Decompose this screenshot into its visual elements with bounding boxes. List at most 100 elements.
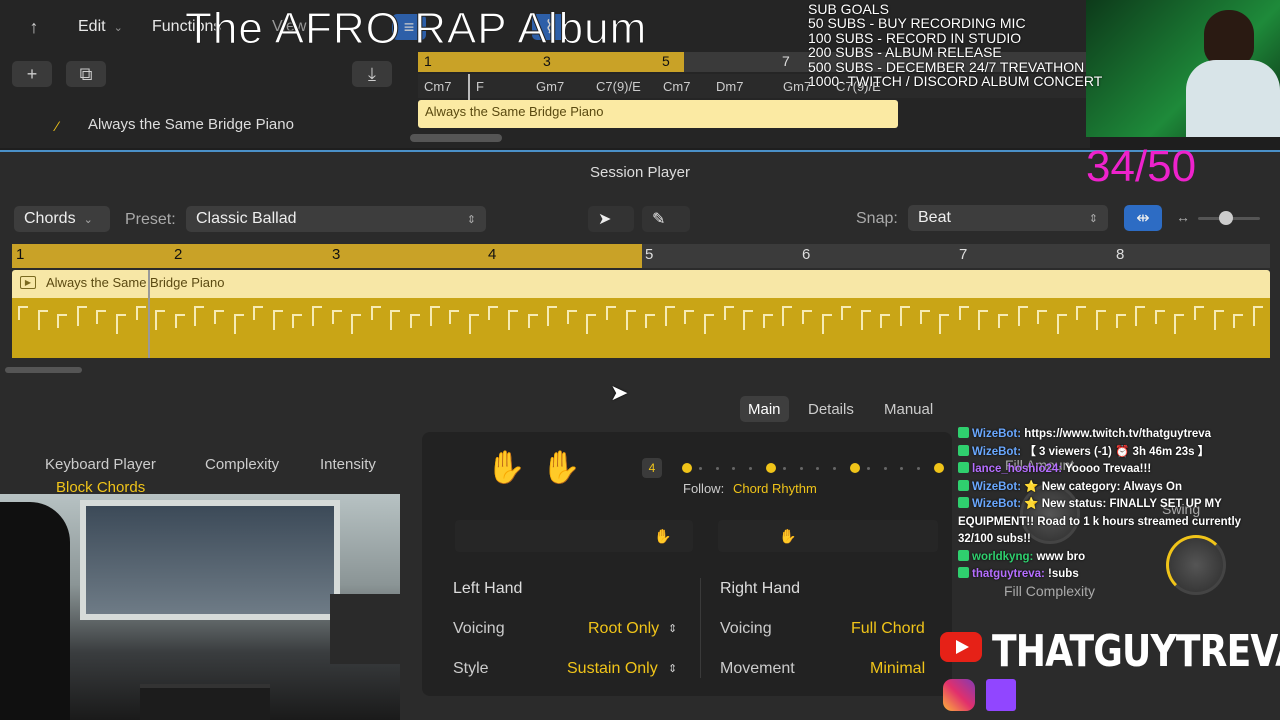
duplicate-icon[interactable]: ⧉ [66, 61, 106, 87]
beat-number[interactable]: 4 [642, 458, 662, 478]
chat-username: WizeBot: [972, 480, 1022, 493]
follow-value[interactable]: Chord Rhythm [733, 481, 817, 496]
add-track-button[interactable]: + [12, 61, 52, 87]
right-hand-icon[interactable]: ✋ [541, 448, 581, 486]
left-hand-range-icon[interactable]: ✋ [654, 528, 671, 545]
note-block [233, 314, 244, 334]
chat-message: WizeBot: 【 3 viewers (-1) ⏰ 3h 46m 23s 】 [958, 444, 1280, 462]
left-style-value[interactable]: Sustain Only [567, 660, 658, 678]
rhythm-dot[interactable] [732, 466, 736, 470]
rhythm-dot[interactable] [850, 463, 860, 473]
screen: ↑ Edit ⌄ Functions View ≡ ⌇ + ⧉ ⤓ Always … [0, 0, 1280, 720]
chat-message: WizeBot: https://www.twitch.tv/thatguytr… [958, 426, 1280, 444]
note-block [704, 314, 714, 334]
note-block [900, 306, 910, 326]
note-block [1233, 314, 1244, 328]
badge-icon [958, 444, 969, 456]
chat-text: 【 3 viewers (-1) ⏰ 3h 46m 23s 】 [1021, 445, 1210, 458]
room-camera-overlay [0, 494, 400, 720]
sub-counter: 34/50 [1086, 142, 1197, 191]
snap-label: Snap: [856, 210, 898, 227]
horizontal-scrollbar[interactable] [410, 134, 502, 142]
note-block [1037, 310, 1048, 324]
up-down-chevron-icon: ⇕ [1088, 212, 1098, 225]
pencil-tool-menu[interactable]: ✎ [642, 206, 690, 232]
note-block [253, 306, 264, 320]
rhythm-dot[interactable] [766, 463, 776, 473]
goal-line: 500 SUBS - DECEMBER 24/7 TREVATHON [808, 58, 1085, 75]
horizontal-scrollbar[interactable] [5, 367, 82, 373]
right-voicing-value[interactable]: Full Chord [851, 620, 925, 638]
playhead[interactable] [148, 270, 150, 358]
region-name: Always the Same Bridge Piano [425, 104, 604, 119]
goal-line: 100 SUBS - RECORD IN STUDIO [808, 29, 1022, 46]
session-ruler[interactable]: 1 2 3 4 5 6 7 8 [12, 244, 1270, 268]
keyboard-player-label[interactable]: Keyboard Player [45, 456, 156, 473]
note-block [116, 314, 126, 334]
divider [700, 578, 701, 678]
catch-button[interactable]: ⇹ [1124, 205, 1162, 231]
up-arrow-icon[interactable]: ↑ [14, 14, 54, 40]
rhythm-dot[interactable] [715, 466, 719, 470]
track-region[interactable]: Always the Same Bridge Piano [418, 100, 898, 128]
preset-dropdown[interactable]: Classic Ballad ⇕ [186, 206, 486, 232]
rhythm-dot[interactable] [799, 466, 803, 470]
snap-dropdown[interactable]: Beat ⇕ [908, 205, 1108, 231]
chat-text: ⭐ New category: Always On [1021, 480, 1182, 493]
rhythm-dot[interactable] [816, 466, 820, 470]
play-region-icon[interactable]: ▶ [20, 276, 36, 289]
rhythm-dot[interactable] [782, 466, 786, 470]
note-block [174, 314, 185, 328]
bar-number: 4 [488, 246, 497, 263]
zoom-slider-knob[interactable] [1219, 211, 1233, 225]
edit-menu[interactable]: Edit ⌄ [78, 13, 123, 41]
left-voicing-value[interactable]: Root Only [588, 620, 659, 638]
note-block [1076, 306, 1087, 320]
streamer-head [1204, 10, 1254, 66]
note-block [214, 310, 224, 324]
bar-number: 3 [332, 246, 341, 263]
snap-value: Beat [918, 209, 951, 226]
note-block [841, 306, 852, 320]
tab-details[interactable]: Details [800, 396, 862, 422]
chord-label: F [476, 79, 484, 94]
cycle-region[interactable] [418, 52, 684, 72]
rhythm-dot[interactable] [682, 463, 692, 473]
fill-complexity-label: Fill Complexity [1004, 583, 1096, 599]
intensity-label[interactable]: Intensity [320, 456, 376, 473]
rhythm-dot[interactable] [883, 466, 887, 470]
chevron-down-icon: ⌄ [83, 213, 93, 226]
chord-label: Gm7 [536, 79, 565, 94]
cycle-region[interactable] [12, 244, 642, 268]
mode-dropdown[interactable]: Chords ⌄ [14, 206, 110, 232]
rhythm-dot[interactable] [866, 466, 870, 470]
rhythm-dot[interactable] [934, 463, 944, 473]
download-icon[interactable]: ⤓ [352, 61, 392, 87]
chord-label: Dm7 [716, 79, 744, 94]
chord-label: Cm7 [424, 79, 452, 94]
sub-goals: SUB GOALS 50 SUBS - BUY RECORDING MIC 10… [808, 2, 1128, 89]
rhythm-dot[interactable] [749, 466, 753, 470]
note-block [1115, 314, 1126, 328]
complexity-label[interactable]: Complexity [205, 456, 279, 473]
rhythm-dot[interactable] [833, 466, 837, 470]
chat-text: www bro [1033, 550, 1086, 563]
preset-label: Preset: [125, 211, 176, 228]
tab-details-label: Details [808, 400, 854, 418]
left-hand-icon[interactable]: ✋ [486, 448, 526, 486]
note-block [18, 306, 28, 320]
tab-manual[interactable]: Manual [876, 396, 941, 422]
note-block [292, 314, 303, 328]
right-movement-value[interactable]: Minimal [870, 660, 925, 678]
right-hand-range-icon[interactable]: ✋ [779, 528, 796, 545]
right-hand-range[interactable] [718, 520, 938, 552]
rhythm-dot[interactable] [917, 466, 921, 470]
edit-label: Edit [78, 18, 106, 35]
rhythm-dot[interactable] [698, 466, 702, 470]
pointer-tool-menu[interactable]: ➤ [588, 206, 634, 232]
youtube-icon [940, 632, 982, 662]
chat-message: thatguytreva: !subs [958, 566, 1280, 584]
note-block [370, 306, 381, 320]
rhythm-dot[interactable] [900, 466, 904, 470]
tab-main[interactable]: Main [740, 396, 789, 422]
